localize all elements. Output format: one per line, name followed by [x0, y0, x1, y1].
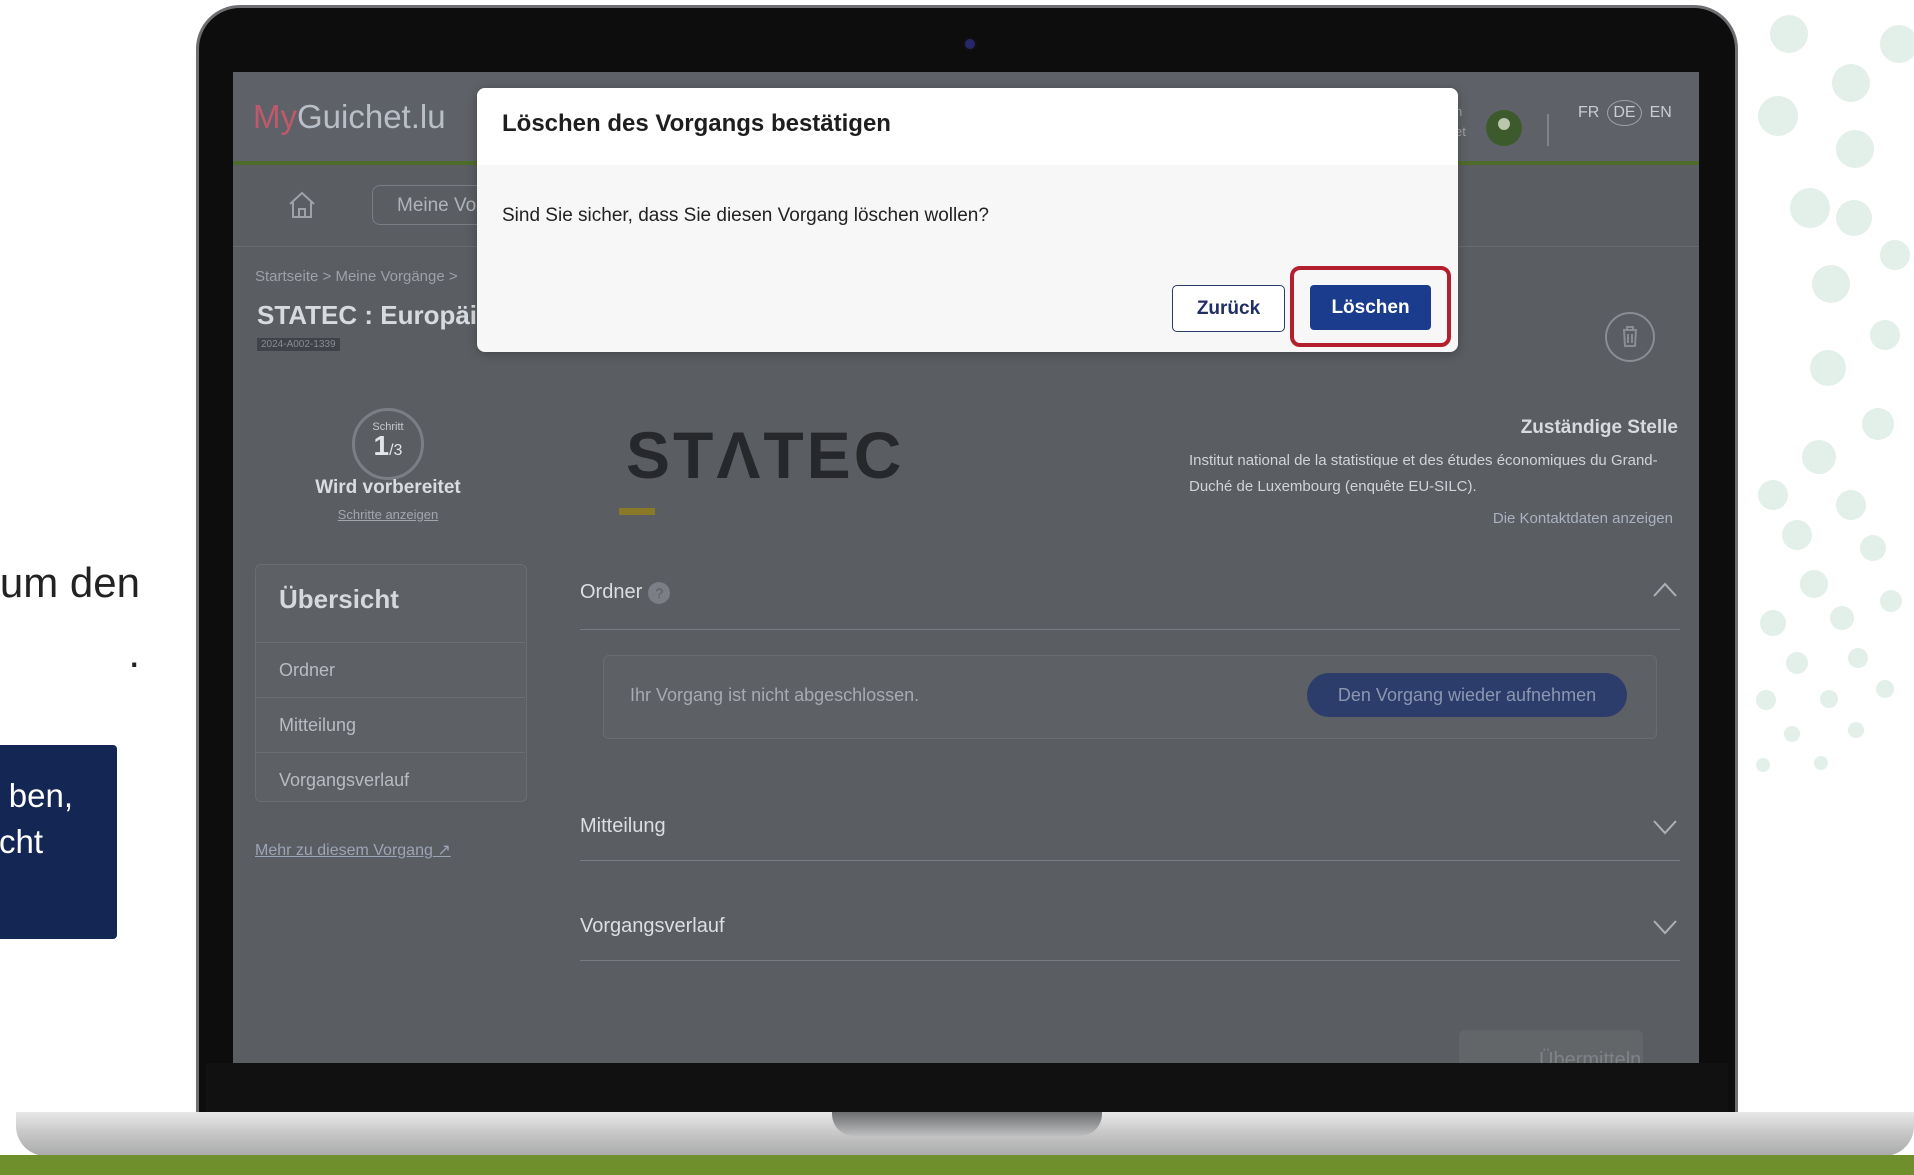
header-divider: [1547, 114, 1549, 146]
dialog-message: Sind Sie sicher, dass Sie diesen Vorgang…: [502, 205, 989, 226]
resume-procedure-button[interactable]: Den Vorgang wieder aufnehmen: [1307, 673, 1627, 717]
slide-text-line: um den: [0, 559, 140, 606]
home-icon[interactable]: [287, 190, 317, 220]
site-logo[interactable]: MyGuichet.lu: [253, 98, 446, 136]
slide-text-line: .: [128, 629, 140, 676]
authority-name: Institut national de la statistique et d…: [1189, 452, 1658, 495]
procedure-status-text: Ihr Vorgang ist nicht abgeschlossen.: [630, 685, 920, 705]
statec-logo-accent: [619, 508, 655, 515]
show-steps-link[interactable]: Schritte anzeigen: [273, 507, 503, 522]
section-divider: [580, 960, 1680, 961]
lang-fr[interactable]: FR: [1578, 104, 1599, 121]
section-mitteilung-title[interactable]: Mitteilung: [580, 815, 666, 838]
chevron-down-icon[interactable]: [1653, 915, 1677, 939]
chevron-down-icon[interactable]: [1653, 815, 1677, 839]
callout-text-line: cht: [0, 823, 43, 860]
language-switcher: FR DE EN: [1578, 100, 1672, 126]
laptop-notch: [832, 1112, 1102, 1136]
lang-de[interactable]: DE: [1607, 100, 1642, 126]
submit-button[interactable]: Übermitteln: [1459, 1030, 1643, 1063]
footer-strip: [0, 1155, 1914, 1175]
chevron-up-icon[interactable]: [1653, 578, 1677, 602]
section-verlauf-title[interactable]: Vorgangsverlauf: [580, 915, 725, 938]
lang-en[interactable]: EN: [1650, 104, 1672, 121]
overview-item-ordner[interactable]: Ordner: [255, 642, 525, 697]
section-divider: [580, 629, 1680, 630]
breadcrumb[interactable]: Startseite > Meine Vorgänge >: [255, 268, 458, 285]
nav-my-procedures-button[interactable]: Meine Vorgänge: [372, 185, 492, 225]
more-about-procedure-link[interactable]: Mehr zu diesem Vorgang ↗: [255, 840, 451, 860]
statec-logo: STΛTEC: [626, 418, 905, 492]
show-contact-link[interactable]: Die Kontaktdaten anzeigen: [1213, 510, 1673, 527]
status-label: Wird vorbereitet: [315, 477, 461, 498]
delete-button[interactable]: Löschen: [1310, 285, 1431, 330]
back-button[interactable]: Zurück: [1172, 285, 1285, 332]
overview-item-mitteilung[interactable]: Mitteilung: [255, 697, 525, 752]
camera-icon: [963, 37, 977, 51]
screen-bezel-bottom: [206, 1063, 1728, 1115]
page-title: STATEC : Europäische: [257, 300, 477, 330]
authority-heading: Zuständige Stelle: [1520, 417, 1678, 438]
overview-title: Übersicht: [279, 584, 399, 614]
section-ordner-title[interactable]: Ordner?: [580, 581, 671, 604]
slide-instruction-text: um den .: [0, 548, 180, 678]
callout-text-line: ben,: [8, 777, 73, 814]
dialog-title: Löschen des Vorgangs bestätigen: [502, 110, 891, 137]
external-link-icon: ↗: [437, 842, 451, 859]
user-avatar-icon[interactable]: [1486, 110, 1522, 146]
help-icon[interactable]: ?: [648, 581, 671, 604]
section-divider: [580, 860, 1680, 861]
step-indicator: Schritt 1/3: [352, 408, 424, 480]
slide-callout-box: ben, cht: [0, 745, 117, 939]
reference-badge: 2024-A002-1339: [257, 338, 340, 351]
overview-item-verlauf[interactable]: Vorgangsverlauf: [255, 752, 525, 807]
delete-procedure-trash-icon[interactable]: [1605, 312, 1655, 362]
